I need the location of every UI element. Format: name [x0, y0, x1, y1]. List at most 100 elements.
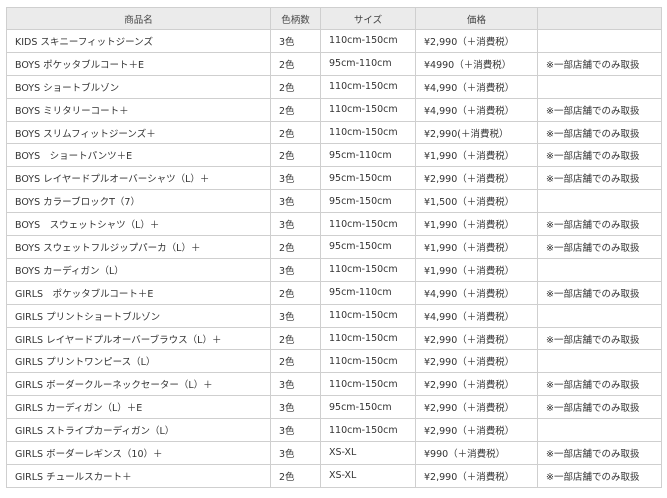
table-row: BOYS ショートパンツ＋E 2色 95cm-110cm ¥1,990（＋消費税） ※一…: [6, 143, 662, 168]
product-name-cell: BOYS レイヤードプルオーバーシャツ（L）＋: [6, 166, 271, 191]
size-cell: 110cm-150cm: [320, 372, 416, 397]
color-count-cell: 3色: [270, 418, 321, 443]
size-cell: 110cm-150cm: [320, 257, 416, 282]
color-count-cell: 2色: [270, 143, 321, 168]
header-product-name: 商品名: [6, 7, 271, 30]
note-cell: ※一部店舗でのみ取扱: [537, 372, 662, 397]
color-count-cell: 2色: [270, 326, 321, 351]
size-cell: 95cm-110cm: [320, 143, 416, 168]
price-cell: ¥2,990（＋消費税）: [415, 372, 538, 397]
note-cell: [537, 189, 662, 214]
product-name-cell: GIRLS チュールスカート＋: [6, 463, 271, 488]
price-cell: ¥1,990（＋消費税）: [415, 212, 538, 237]
product-name-cell: GIRLS ストライプカーディガン（L）: [6, 418, 271, 443]
size-cell: 95cm-150cm: [320, 235, 416, 259]
note-cell: ※一部店舗でのみ取扱: [537, 51, 662, 76]
note-cell: [537, 418, 662, 443]
color-count-cell: 3色: [270, 441, 321, 465]
color-count-cell: 2色: [270, 349, 321, 374]
product-name-cell: BOYS ポケッタブルコート＋E: [6, 51, 271, 76]
note-cell: [537, 74, 662, 99]
price-cell: ¥2,990（＋消費税）: [415, 349, 538, 374]
table-row: BOYS ポケッタブルコート＋E 2色 95cm-110cm ¥4990（＋消費税） ※…: [6, 51, 662, 76]
header-price: 価格: [415, 7, 538, 30]
table-body: KIDS スキニーフィットジーンズ 3色 110cm-150cm ¥2,990（＋消費…: [6, 29, 662, 488]
price-cell: ¥4,990（＋消費税）: [415, 97, 538, 122]
color-count-cell: 2色: [270, 97, 321, 122]
price-cell: ¥2,990（＋消費税）: [415, 29, 538, 53]
header-note: [537, 7, 662, 30]
product-name-cell: BOYS カーディガン（L）: [6, 257, 271, 282]
color-count-cell: 3色: [270, 166, 321, 191]
size-cell: 110cm-150cm: [320, 120, 416, 145]
size-cell: 110cm-150cm: [320, 349, 416, 374]
product-name-cell: GIRLS カーディガン（L）＋E: [6, 395, 271, 420]
product-name-cell: GIRLS レイヤードプルオーバーブラウス（L）＋: [6, 326, 271, 351]
size-cell: 110cm-150cm: [320, 97, 416, 122]
size-cell: 110cm-150cm: [320, 29, 416, 53]
note-cell: [537, 349, 662, 374]
note-cell: ※一部店舗でのみ取扱: [537, 212, 662, 237]
size-cell: 95cm-110cm: [320, 280, 416, 305]
product-name-cell: BOYS ミリタリーコート＋: [6, 97, 271, 122]
price-cell: ¥1,500（＋消費税）: [415, 189, 538, 214]
size-cell: 95cm-150cm: [320, 189, 416, 214]
color-count-cell: 2色: [270, 51, 321, 76]
product-name-cell: GIRLS ボーダークルーネックセーター（L）＋: [6, 372, 271, 397]
color-count-cell: 3色: [270, 395, 321, 420]
product-name-cell: GIRLS プリントショートブルゾン: [6, 303, 271, 328]
table-row: GIRLS カーディガン（L）＋E 3色 95cm-150cm ¥2,990（＋消費税…: [6, 395, 662, 420]
price-cell: ¥2,990（＋消費税）: [415, 166, 538, 191]
price-cell: ¥1,990（＋消費税）: [415, 257, 538, 282]
price-cell: ¥990（＋消費税）: [415, 441, 538, 465]
size-cell: 110cm-150cm: [320, 326, 416, 351]
table-header-row: 商品名 色柄数 サイズ 価格: [6, 7, 662, 30]
product-name-cell: BOYS ショートパンツ＋E: [6, 143, 271, 168]
size-cell: 110cm-150cm: [320, 74, 416, 99]
product-name-cell: BOYS カラーブロックT（7）: [6, 189, 271, 214]
table-row: BOYS ショートブルゾン 2色 110cm-150cm ¥4,990（＋消費税）: [6, 74, 662, 99]
size-cell: XS-XL: [320, 463, 416, 488]
header-size: サイズ: [320, 7, 416, 30]
size-cell: 95cm-110cm: [320, 51, 416, 76]
table-row: BOYS カラーブロックT（7） 3色 95cm-150cm ¥1,500（＋消費税）: [6, 189, 662, 214]
table-row: GIRLS プリントショートブルゾン 3色 110cm-150cm ¥4,990（＋消…: [6, 303, 662, 328]
price-cell: ¥2,990（＋消費税）: [415, 395, 538, 420]
header-color-count: 色柄数: [270, 7, 321, 30]
note-cell: ※一部店舗でのみ取扱: [537, 326, 662, 351]
note-cell: ※一部店舗でのみ取扱: [537, 395, 662, 420]
table-row: GIRLS レイヤードプルオーバーブラウス（L）＋ 2色 110cm-150cm ¥2…: [6, 326, 662, 351]
size-cell: 110cm-150cm: [320, 303, 416, 328]
table-row: BOYS スウェットフルジップパーカ（L）＋ 2色 95cm-150cm ¥1,990…: [6, 235, 662, 259]
price-cell: ¥2,990（＋消費税）: [415, 418, 538, 443]
color-count-cell: 2色: [270, 463, 321, 488]
product-table: 商品名 色柄数 サイズ 価格 KIDS スキニーフィットジーンズ 3色 110cm-…: [6, 7, 662, 488]
product-table-container: 商品名 色柄数 サイズ 価格 KIDS スキニーフィットジーンズ 3色 110cm-…: [6, 7, 662, 488]
price-cell: ¥4,990（＋消費税）: [415, 74, 538, 99]
price-cell: ¥2,990（＋消費税）: [415, 463, 538, 488]
size-cell: XS-XL: [320, 441, 416, 465]
price-cell: ¥4990（＋消費税）: [415, 51, 538, 76]
note-cell: ※一部店舗でのみ取扱: [537, 441, 662, 465]
price-cell: ¥2,990(＋消費税）: [415, 120, 538, 145]
note-cell: ※一部店舗でのみ取扱: [537, 280, 662, 305]
note-cell: [537, 257, 662, 282]
note-cell: ※一部店舗でのみ取扱: [537, 166, 662, 191]
product-name-cell: BOYS ショートブルゾン: [6, 74, 271, 99]
table-row: BOYS スウェットシャツ（L）＋ 3色 110cm-150cm ¥1,990（＋消費…: [6, 212, 662, 237]
color-count-cell: 2色: [270, 74, 321, 99]
color-count-cell: 2色: [270, 280, 321, 305]
table-row: BOYS レイヤードプルオーバーシャツ（L）＋ 3色 95cm-150cm ¥2,99…: [6, 166, 662, 191]
color-count-cell: 3色: [270, 257, 321, 282]
note-cell: ※一部店舗でのみ取扱: [537, 235, 662, 259]
product-name-cell: KIDS スキニーフィットジーンズ: [6, 29, 271, 53]
price-cell: ¥4,990（＋消費税）: [415, 303, 538, 328]
product-name-cell: GIRLS ボーダーレギンス（10）＋: [6, 441, 271, 465]
product-name-cell: BOYS スリムフィットジーンズ＋: [6, 120, 271, 145]
table-row: GIRLS ボーダーレギンス（10）＋ 3色 XS-XL ¥990（＋消費税） ※一部店…: [6, 441, 662, 465]
note-cell: ※一部店舗でのみ取扱: [537, 97, 662, 122]
color-count-cell: 3色: [270, 29, 321, 53]
note-cell: [537, 303, 662, 328]
color-count-cell: 2色: [270, 235, 321, 259]
table-row: BOYS カーディガン（L） 3色 110cm-150cm ¥1,990（＋消費税）: [6, 257, 662, 282]
